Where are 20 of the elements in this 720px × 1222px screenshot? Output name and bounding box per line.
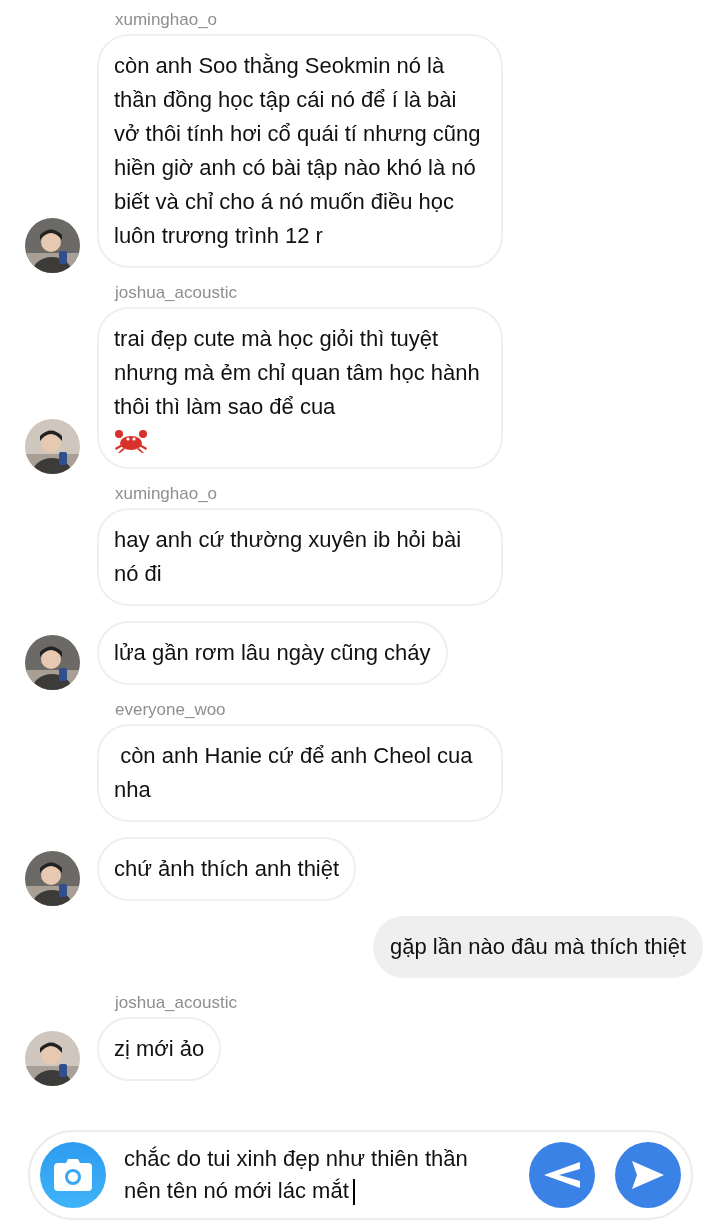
message-text: trai đẹp cute mà học giỏi thì tuyệt nhưng mà ẻm chỉ quan tâm học hành thôi thì làm sao để cua: [114, 326, 481, 419]
camera-button[interactable]: [40, 1142, 106, 1208]
send-icon: [631, 1160, 665, 1190]
message-bubble: chứ ảnh thích anh thiệt: [97, 837, 357, 901]
message-bubble: còn anh Hanie cứ để anh Cheol cua nha: [97, 724, 503, 822]
sender-name: everyone_woo: [115, 700, 227, 720]
send-button[interactable]: [615, 1142, 681, 1208]
message-bubble: lửa gần rơm lâu ngày cũng cháy: [97, 621, 448, 685]
message-bubble: hay anh cứ thường xuyên ib hỏi bài nó đi: [97, 508, 503, 606]
message-bubble: còn anh Soo thằng Seokmin nó là thần đồng học tập cái nó để í là bài vở thôi tính hơi cổ quái tí nhưng cũng hiền giờ anh có bài tập nào khó là nó biết và chỉ cho á nó muốn điều học luôn trương trình 12 r: [97, 34, 503, 268]
sender-name: joshua_acoustic: [115, 283, 238, 303]
message-bubble: zị mới ảo: [97, 1017, 222, 1081]
left-arrow-icon: [543, 1161, 581, 1189]
message-input[interactable]: chắc do tui xinh đẹp như thiên thần nên tên nó mới lác mắt: [124, 1143, 529, 1207]
camera-icon: [54, 1159, 92, 1191]
message-bubble: gặp lần nào đâu mà thích thiệt: [373, 916, 703, 978]
text-cursor: [352, 1179, 355, 1206]
sender-name: joshua_acoustic: [115, 993, 238, 1013]
sender-name: xuminghao_o: [115, 484, 219, 504]
sender-name: xuminghao_o: [115, 10, 219, 30]
